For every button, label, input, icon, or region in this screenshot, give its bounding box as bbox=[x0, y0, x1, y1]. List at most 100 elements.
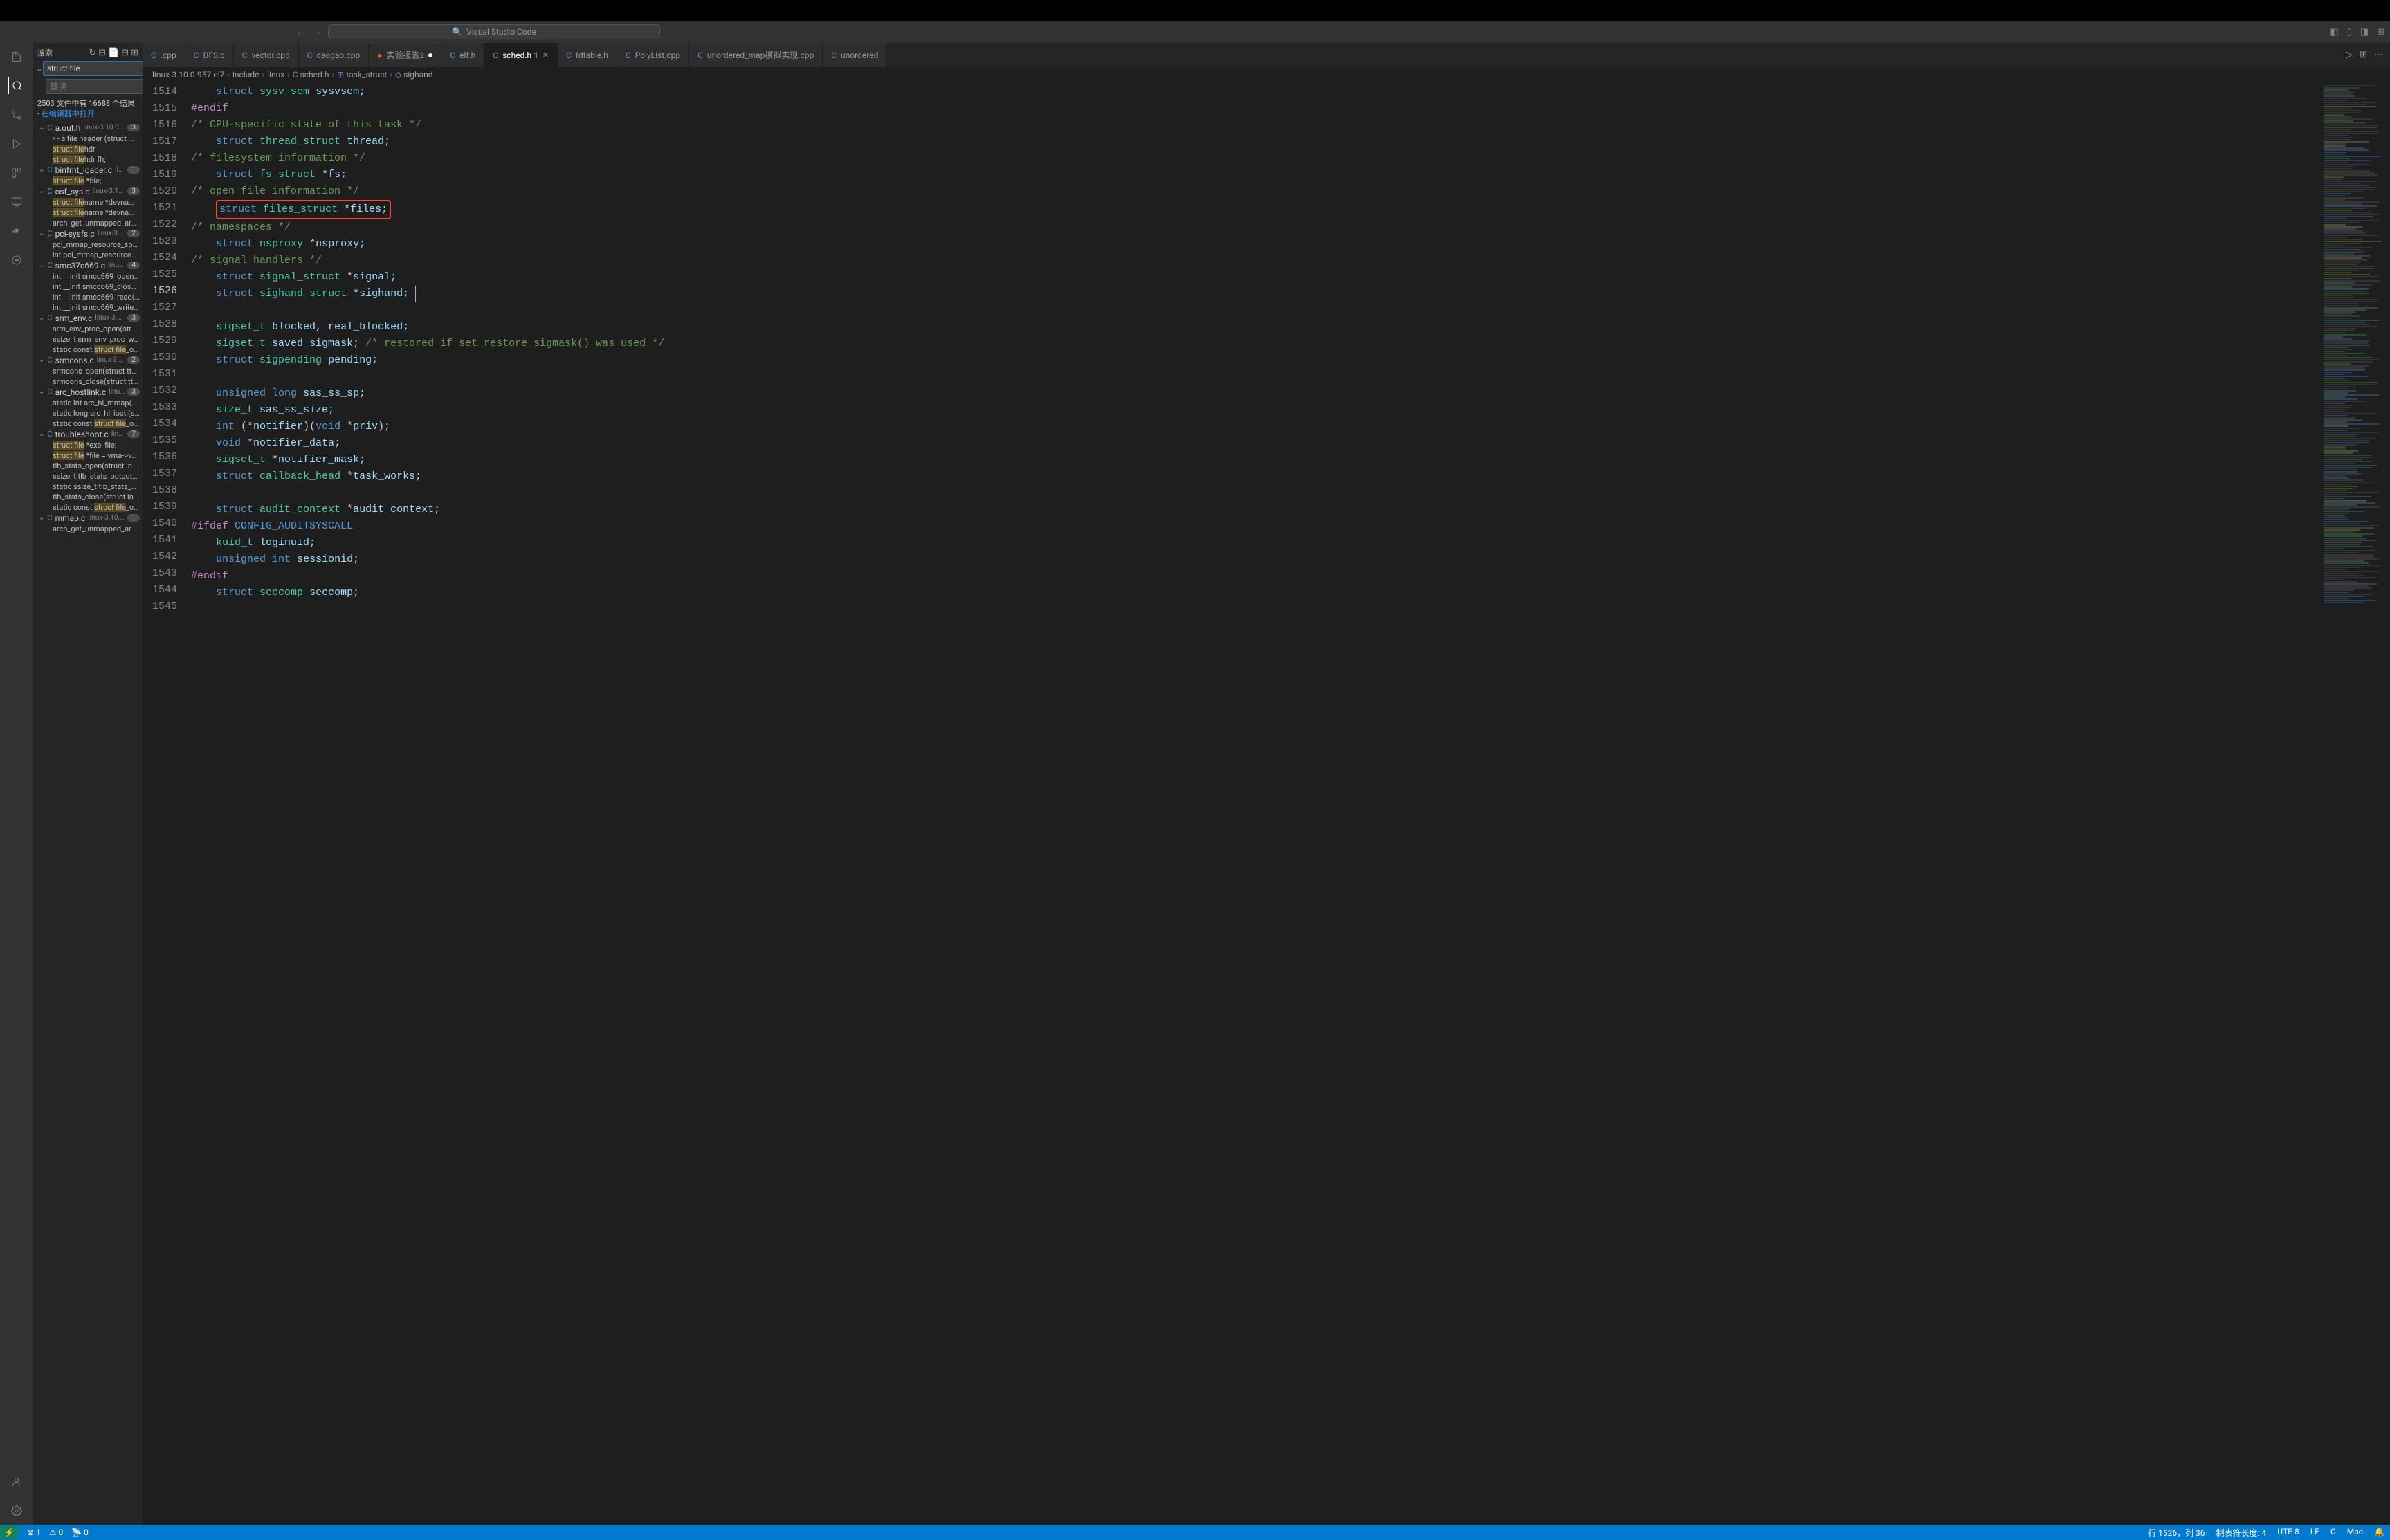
code-line[interactable]: /* filesystem information */ bbox=[191, 150, 2321, 167]
code-line[interactable]: size_t sas_ss_size; bbox=[191, 402, 2321, 419]
split-icon[interactable]: ⊞ bbox=[2360, 50, 2367, 60]
search-result-line[interactable]: static const struct file_ope... bbox=[33, 502, 143, 513]
command-center[interactable]: 🔍 Visual Studio Code bbox=[328, 24, 660, 39]
tab-elf-h[interactable]: Celf.h bbox=[441, 43, 484, 67]
eol[interactable]: LF bbox=[2310, 1527, 2319, 1539]
search-result-line[interactable]: tlb_stats_open(struct inod... bbox=[33, 461, 143, 471]
search-result-line[interactable]: ssize_t tlb_stats_output(st... bbox=[33, 471, 143, 482]
panel-right-icon[interactable]: ◨ bbox=[2360, 27, 2369, 37]
search-result-line[interactable]: • - a file header (struct ... bbox=[33, 134, 143, 144]
account-icon[interactable] bbox=[8, 1474, 25, 1490]
code-line[interactable]: unsigned long sas_ss_sp; bbox=[191, 385, 2321, 402]
breadcrumb-item[interactable]: ◇ sighand bbox=[395, 70, 433, 80]
search-result-file[interactable]: ⌄Csrm_env.c linux-3.1...3 bbox=[33, 313, 143, 324]
search-result-file[interactable]: ⌄Csrmcons.c linux-3.1...2 bbox=[33, 355, 143, 366]
search-result-line[interactable]: arch_get_unmapped_area(... bbox=[33, 524, 143, 534]
code-line[interactable] bbox=[191, 485, 2321, 502]
mac-indicator[interactable]: Mac bbox=[2347, 1527, 2363, 1539]
search-result-file[interactable]: ⌄Csmc37c669.c linux-3....4 bbox=[33, 260, 143, 271]
search-result-line[interactable]: int __init smcc669_open( ... bbox=[33, 271, 143, 282]
ports-count[interactable]: 📡 0 bbox=[71, 1528, 89, 1537]
back-arrow-icon[interactable]: ← bbox=[296, 26, 305, 37]
search-result-file[interactable]: ⌄Cpci-sysfs.c linux-3.1...2 bbox=[33, 228, 143, 239]
remote-explorer-icon[interactable] bbox=[8, 194, 25, 210]
language-mode[interactable]: C bbox=[2330, 1527, 2336, 1539]
breadcrumbs[interactable]: linux-3.10.0-957.el7›include›linux›C sch… bbox=[143, 67, 2390, 82]
code-line[interactable]: sigset_t saved_sigmask; /* restored if s… bbox=[191, 336, 2321, 352]
breadcrumb-item[interactable]: linux bbox=[267, 70, 284, 80]
search-result-line[interactable]: int __init smcc669_write( s... bbox=[33, 302, 143, 313]
search-result-line[interactable]: struct filename *devname; bbox=[33, 208, 143, 218]
expand-icon[interactable]: ⊞ bbox=[131, 48, 138, 58]
search-result-file[interactable]: ⌄Ctroubleshoot.c linux...7 bbox=[33, 429, 143, 440]
code-line[interactable]: struct seccomp seccomp; bbox=[191, 585, 2321, 601]
panel-left-icon[interactable]: ◧ bbox=[2330, 27, 2338, 37]
breadcrumb-item[interactable]: C sched.h bbox=[293, 70, 329, 80]
tab-unordered-map-----cpp[interactable]: Cunordered_map模拟实现.cpp bbox=[689, 43, 823, 67]
code-line[interactable]: kuid_t loginuid; bbox=[191, 535, 2321, 551]
search-result-file[interactable]: ⌄Cbinfmt_loader.c lin...1 bbox=[33, 165, 143, 176]
code-line[interactable]: sigset_t *notifier_mask; bbox=[191, 452, 2321, 468]
code-line[interactable] bbox=[191, 302, 2321, 319]
code-line[interactable]: struct audit_context *audit_context; bbox=[191, 502, 2321, 518]
code-line[interactable]: int (*notifier)(void *priv); bbox=[191, 419, 2321, 435]
forward-arrow-icon[interactable]: → bbox=[313, 26, 322, 37]
layout-icon[interactable]: ⊞ bbox=[2377, 27, 2384, 37]
search-result-line[interactable]: static int arc_hl_mmap(str... bbox=[33, 398, 143, 408]
code-line[interactable]: struct fs_struct *fs; bbox=[191, 167, 2321, 183]
search-result-line[interactable]: int __init smcc669_close( ... bbox=[33, 282, 143, 292]
search-result-line[interactable]: struct filename *devname; bbox=[33, 197, 143, 208]
search-results-tree[interactable]: ⌄Ca.out.h linux-3.10.0-...3• - a file he… bbox=[33, 122, 143, 1525]
search-result-line[interactable]: struct file *file = vma->vm... bbox=[33, 450, 143, 461]
collapse-icon[interactable]: ⊟ bbox=[121, 48, 129, 58]
search-result-line[interactable]: int pci_mmap_resource_d... bbox=[33, 250, 143, 260]
breadcrumb-item[interactable]: include bbox=[232, 70, 259, 80]
refresh-icon[interactable]: ↻ bbox=[89, 48, 96, 58]
tab-vector-cpp[interactable]: Cvector.cpp bbox=[234, 43, 299, 67]
search-result-line[interactable]: static const struct file_ope... bbox=[33, 345, 143, 355]
code-line[interactable]: struct sighand_struct *sighand; bbox=[191, 286, 2321, 302]
open-in-editor-link[interactable]: 在编辑器中打开 bbox=[42, 109, 95, 118]
tab-DFS-c[interactable]: CDFS.c bbox=[185, 43, 234, 67]
new-file-icon[interactable]: 📄 bbox=[108, 48, 119, 58]
code-content[interactable]: struct sysv_sem sysvsem;#endif/* CPU-spe… bbox=[191, 82, 2321, 1525]
search-result-line[interactable]: struct file *exe_file; bbox=[33, 440, 143, 450]
search-result-line[interactable]: pci_mmap_resource_spar... bbox=[33, 239, 143, 250]
search-result-line[interactable]: struct filehdr fh; bbox=[33, 154, 143, 165]
code-line[interactable]: #endif bbox=[191, 100, 2321, 117]
scm-icon[interactable] bbox=[8, 107, 25, 123]
code-line[interactable]: unsigned int sessionid; bbox=[191, 551, 2321, 568]
search-result-line[interactable]: arch_get_unmapped_area(... bbox=[33, 218, 143, 228]
tab-fdtable-h[interactable]: Cfdtable.h bbox=[558, 43, 617, 67]
search-result-line[interactable]: struct file *file; bbox=[33, 176, 143, 186]
code-line[interactable]: /* open file information */ bbox=[191, 183, 2321, 200]
clear-icon[interactable]: ⊟ bbox=[98, 48, 106, 58]
search-result-line[interactable]: static ssize_t tlb_stats_cle... bbox=[33, 482, 143, 492]
warnings-count[interactable]: ⚠ 0 bbox=[49, 1528, 63, 1537]
search-result-file[interactable]: ⌄Carc_hostlink.c linux...3 bbox=[33, 387, 143, 398]
search-result-file[interactable]: ⌄Ca.out.h linux-3.10.0-...3 bbox=[33, 122, 143, 134]
code-line[interactable]: struct sigpending pending; bbox=[191, 352, 2321, 369]
search-result-file[interactable]: ⌄Cmmap.c linux-3.10.0...1 bbox=[33, 513, 143, 524]
code-line[interactable]: void *notifier_data; bbox=[191, 435, 2321, 452]
notifications-bell-icon[interactable]: 🔔 bbox=[2374, 1527, 2384, 1539]
search-result-line[interactable]: srmcons_open(struct tty_s... bbox=[33, 366, 143, 376]
code-line[interactable]: /* signal handlers */ bbox=[191, 253, 2321, 269]
tab--cpp[interactable]: C.cpp bbox=[143, 43, 185, 67]
tab-PolyList-cpp[interactable]: CPolyList.cpp bbox=[617, 43, 689, 67]
chat-icon[interactable] bbox=[8, 252, 25, 268]
code-line[interactable]: sigset_t blocked, real_blocked; bbox=[191, 319, 2321, 336]
code-line[interactable]: /* namespaces */ bbox=[191, 219, 2321, 236]
encoding[interactable]: UTF-8 bbox=[2277, 1527, 2299, 1539]
code-line[interactable]: struct nsproxy *nsproxy; bbox=[191, 236, 2321, 253]
debug-icon[interactable] bbox=[8, 136, 25, 152]
search-result-line[interactable]: int __init smcc669_read( ... bbox=[33, 292, 143, 302]
more-icon[interactable]: ⋯ bbox=[2374, 50, 2383, 60]
remote-indicator[interactable]: ⚡ bbox=[0, 1526, 19, 1539]
docker-icon[interactable] bbox=[8, 223, 25, 239]
tab-size[interactable]: 制表符长度: 4 bbox=[2216, 1527, 2267, 1539]
search-result-line[interactable]: srmcons_close(struct tty_... bbox=[33, 376, 143, 387]
search-result-line[interactable]: tlb_stats_close(struct inod... bbox=[33, 492, 143, 502]
search-result-line[interactable]: ssize_t srm_env_proc_writ... bbox=[33, 334, 143, 345]
code-line[interactable]: struct signal_struct *signal; bbox=[191, 269, 2321, 286]
